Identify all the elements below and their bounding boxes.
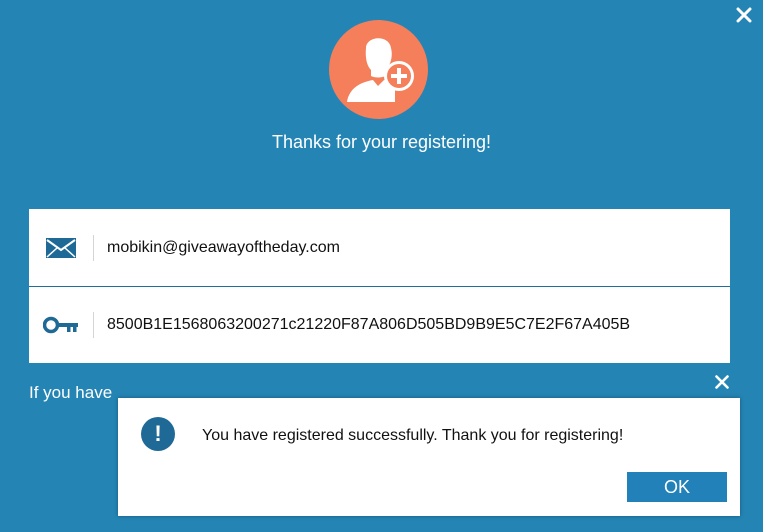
row-separator [93, 312, 94, 338]
key-icon [43, 316, 78, 334]
thanks-heading: Thanks for your registering! [271, 132, 492, 152]
exclamation-icon: ! [141, 417, 175, 451]
close-icon [715, 375, 729, 389]
registration-info-card: mobikin@giveawayoftheday.com 8500B1E1568… [29, 209, 730, 363]
add-user-icon [347, 38, 414, 102]
row-separator [93, 234, 94, 261]
email-row: mobikin@giveawayoftheday.com [29, 209, 730, 286]
success-dialog: ! You have registered successfully. Than… [118, 398, 740, 516]
background-partial-text: If you have [29, 383, 113, 402]
close-icon [736, 7, 752, 23]
envelope-icon [46, 237, 76, 258]
add-user-avatar [329, 20, 428, 119]
license-key-value: 8500B1E1568063200271c21220F87A806D505BD9… [107, 316, 631, 333]
dialog-message: You have registered successfully. Thank … [202, 427, 624, 444]
dialog-close-button[interactable] [711, 371, 733, 393]
window-close-button[interactable] [733, 4, 755, 26]
ok-button[interactable]: OK [627, 472, 727, 502]
license-key-row: 8500B1E1568063200271c21220F87A806D505BD9… [29, 287, 730, 363]
email-value: mobikin@giveawayoftheday.com [107, 238, 340, 256]
